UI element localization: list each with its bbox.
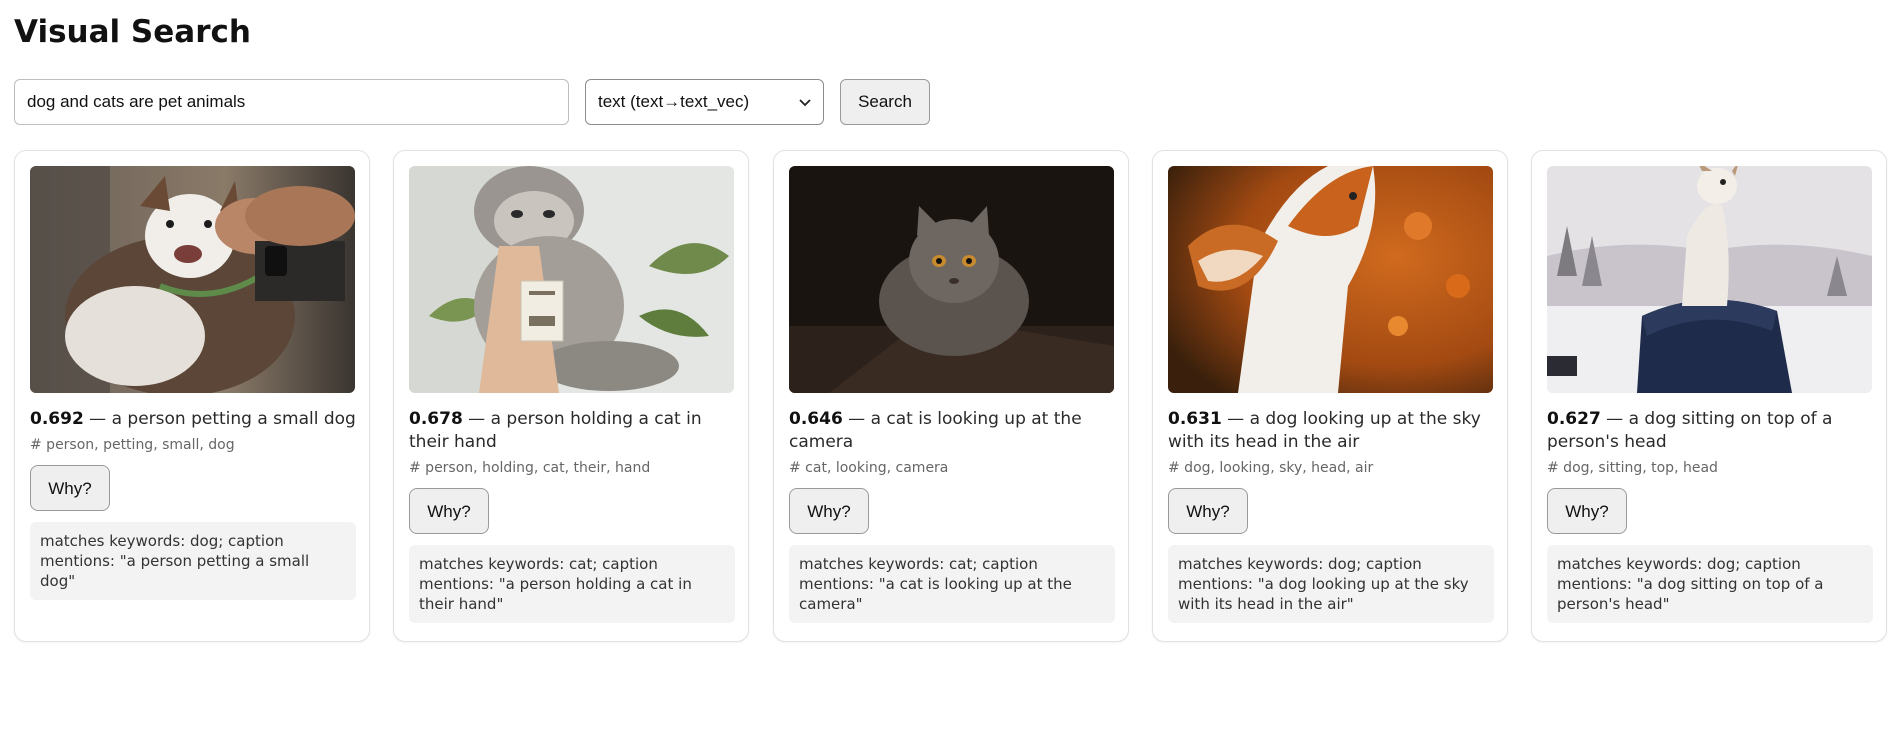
result-separator: —: [83, 409, 112, 429]
result-explanation: matches keywords: dog; caption mentions:…: [1547, 545, 1873, 623]
result-tags: # person, petting, small, dog: [30, 437, 235, 453]
result-separator: —: [462, 409, 491, 429]
result-image-cat-looking-up[interactable]: [789, 166, 1114, 393]
result-separator: —: [1600, 409, 1629, 429]
result-tags: # dog, sitting, top, head: [1547, 460, 1718, 476]
result-text: 0.627 — a dog sitting on top of a person…: [1547, 408, 1873, 623]
result-tags: # dog, looking, sky, head, air: [1168, 460, 1374, 476]
why-button[interactable]: Why?: [1168, 488, 1248, 534]
why-button[interactable]: Why?: [789, 488, 869, 534]
result-text: 0.646 — a cat is looking up at the camer…: [789, 408, 1115, 623]
result-caption-line: 0.678 — a person holding a cat in their …: [409, 408, 735, 454]
result-explanation: matches keywords: cat; caption mentions:…: [409, 545, 735, 623]
search-input[interactable]: dog and cats are pet animals: [14, 79, 569, 125]
mode-select[interactable]: text (text→text_vec): [585, 79, 824, 125]
why-button[interactable]: Why?: [1547, 488, 1627, 534]
result-score: 0.646: [789, 409, 843, 429]
result-card: 0.692 — a person petting a small dog # p…: [14, 150, 370, 642]
why-button[interactable]: Why?: [409, 488, 489, 534]
result-card: 0.631 — a dog looking up at the sky with…: [1152, 150, 1508, 642]
why-button[interactable]: Why?: [30, 465, 110, 511]
result-explanation: matches keywords: dog; caption mentions:…: [30, 522, 356, 600]
result-card: 0.678 — a person holding a cat in their …: [393, 150, 749, 642]
result-score: 0.692: [30, 409, 84, 429]
search-bar: dog and cats are pet animals text (text→…: [14, 79, 930, 125]
search-input-value: dog and cats are pet animals: [27, 92, 246, 111]
chevron-down-icon: [799, 95, 811, 110]
result-text: 0.692 — a person petting a small dog # p…: [30, 408, 356, 600]
result-tags: # cat, looking, camera: [789, 460, 949, 476]
result-caption-line: 0.646 — a cat is looking up at the camer…: [789, 408, 1115, 454]
result-text: 0.678 — a person holding a cat in their …: [409, 408, 735, 623]
mode-select-value: text (text→text_vec): [598, 92, 750, 111]
result-caption-line: 0.631 — a dog looking up at the sky with…: [1168, 408, 1494, 454]
result-separator: —: [842, 409, 871, 429]
result-separator: —: [1221, 409, 1250, 429]
result-explanation: matches keywords: dog; caption mentions:…: [1168, 545, 1494, 623]
result-image-person-holding-cat[interactable]: [409, 166, 734, 393]
result-score: 0.627: [1547, 409, 1601, 429]
result-image-dog-sitting[interactable]: [1547, 166, 1872, 393]
result-caption: a person petting a small dog: [111, 409, 356, 429]
page-title: Visual Search: [14, 14, 251, 50]
result-image-dog-looking-up[interactable]: [1168, 166, 1493, 393]
result-explanation: matches keywords: cat; caption mentions:…: [789, 545, 1115, 623]
result-score: 0.678: [409, 409, 463, 429]
search-button[interactable]: Search: [840, 79, 930, 125]
result-caption-line: 0.627 — a dog sitting on top of a person…: [1547, 408, 1873, 454]
result-text: 0.631 — a dog looking up at the sky with…: [1168, 408, 1494, 623]
result-score: 0.631: [1168, 409, 1222, 429]
result-tags: # person, holding, cat, their, hand: [409, 460, 651, 476]
result-image-person-petting-dog[interactable]: [30, 166, 355, 393]
result-card: 0.627 — a dog sitting on top of a person…: [1531, 150, 1887, 642]
result-caption-line: 0.692 — a person petting a small dog: [30, 408, 356, 431]
result-card: 0.646 — a cat is looking up at the camer…: [773, 150, 1129, 642]
